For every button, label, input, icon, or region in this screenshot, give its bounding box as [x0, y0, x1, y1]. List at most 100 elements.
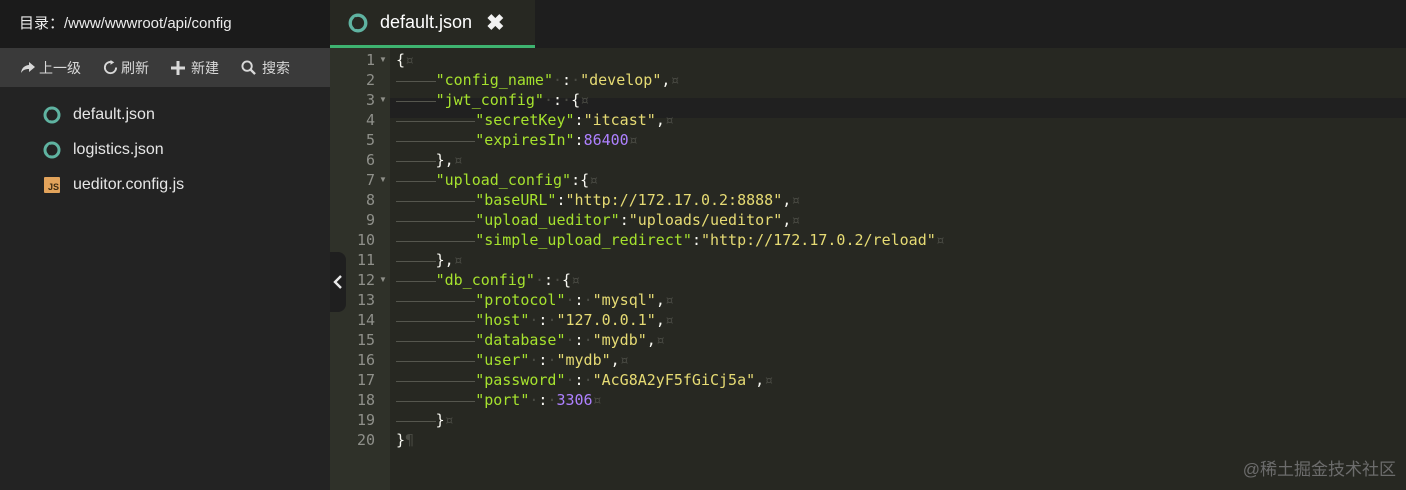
whitespace-marker: ¤ [664, 111, 674, 129]
refresh-label: 刷新 [121, 59, 149, 76]
whitespace-marker: · [583, 291, 593, 309]
json-punct: , [755, 371, 765, 389]
whitespace-marker: · [565, 291, 575, 309]
tab-default-json[interactable]: default.json ✖ [330, 0, 535, 48]
new-label: 新建 [191, 59, 219, 76]
refresh-button[interactable]: 刷新 [103, 58, 149, 78]
json-punct: : [574, 131, 584, 149]
json-punct: }, [435, 151, 454, 169]
json-punct: : [574, 371, 584, 389]
json-string: "mysql" [592, 291, 656, 309]
whitespace-marker: ¤ [571, 271, 581, 289]
search-button[interactable]: 搜索 [241, 58, 290, 78]
json-string: "http://172.17.0.2:8888" [565, 191, 783, 209]
fold-arrow-icon[interactable]: ▼ [379, 90, 387, 110]
up-level-button[interactable]: 上一级 [20, 58, 81, 78]
file-name: ueditor.config.js [73, 175, 185, 193]
file-item-ueditor-config-js[interactable]: JS ueditor.config.js [0, 167, 330, 202]
fold-arrow-icon[interactable]: ▼ [379, 50, 387, 70]
search-label: 搜索 [262, 59, 290, 76]
whitespace-marker: ¤ [405, 51, 415, 69]
whitespace-marker: · [562, 91, 572, 109]
whitespace-marker: ¤ [453, 151, 463, 169]
indent-guide [396, 370, 476, 382]
indent-guide [396, 270, 436, 282]
file-item-default-json[interactable]: default.json [0, 97, 330, 132]
json-punct: : [574, 331, 584, 349]
whitespace-marker: · [565, 371, 575, 389]
json-string: "itcast" [583, 111, 656, 129]
indent-guide [396, 130, 476, 142]
json-string: "mydb" [556, 351, 611, 369]
file-item-logistics-json[interactable]: logistics.json [0, 132, 330, 167]
fold-arrow-icon[interactable]: ▼ [379, 270, 387, 290]
indent-guide [396, 70, 436, 82]
json-key: "upload_config" [435, 171, 572, 189]
indent-guide [396, 90, 436, 102]
whitespace-marker: ¤ [791, 211, 801, 229]
code-editor[interactable]: {¤ "config_name"·:·"develop",¤ "jwt_config… [390, 48, 1406, 490]
indent-guide [396, 230, 476, 242]
tab-title: default.json [380, 12, 473, 32]
file-name: logistics.json [73, 140, 164, 158]
line-number: 16 [356, 351, 375, 369]
code-line: {¤ [396, 50, 414, 70]
code-line: "jwt_config"·:·{¤ [396, 90, 589, 110]
sidebar-collapse-handle[interactable] [330, 252, 346, 312]
indent-guide [396, 410, 436, 422]
json-key: "expiresIn" [475, 131, 575, 149]
indent-guide [396, 190, 476, 202]
json-key: "simple_upload_redirect" [475, 231, 692, 249]
line-number: 8 [365, 191, 375, 209]
json-key: "upload_ueditor" [475, 211, 620, 229]
code-line: "port"·:·3306¤ [396, 390, 602, 410]
json-string: "AcG8A2yF5fGiCj5a" [592, 371, 756, 389]
plus-icon [171, 60, 185, 75]
up-level-label: 上一级 [39, 59, 81, 76]
json-icon [348, 13, 368, 33]
whitespace-marker: ¤ [670, 71, 680, 89]
whitespace-marker: · [583, 371, 593, 389]
line-number: 17 [356, 371, 375, 389]
code-line: "baseURL":"http://172.17.0.2:8888",¤ [396, 190, 800, 210]
indent-guide [396, 210, 476, 222]
line-number: 4 [365, 111, 375, 129]
close-icon[interactable]: ✖ [486, 11, 504, 34]
code-line: "config_name"·:·"develop",¤ [396, 70, 679, 90]
chevron-left-icon [333, 275, 342, 289]
code-line: "database"·:·"mydb",¤ [396, 330, 665, 350]
indent-guide [396, 330, 476, 342]
code-line: "upload_ueditor":"uploads/ueditor",¤ [396, 210, 800, 230]
new-button[interactable]: 新建 [171, 58, 219, 78]
line-number: 5 [365, 131, 375, 149]
json-key: "db_config" [435, 271, 535, 289]
file-toolbar: 上一级 刷新 新建 搜索 [0, 48, 330, 87]
share-arrow-icon [21, 61, 35, 73]
indent-guide [396, 150, 436, 162]
whitespace-marker: ¤ [592, 391, 602, 409]
line-number: 9 [365, 211, 375, 229]
whitespace-marker: ¤ [764, 371, 774, 389]
refresh-icon [103, 60, 118, 75]
search-icon [241, 60, 256, 75]
whitespace-marker: ¤ [628, 131, 638, 149]
line-number: 10 [356, 231, 375, 249]
indent-guide [396, 250, 436, 262]
indent-guide [396, 110, 476, 122]
json-key: "protocol" [475, 291, 566, 309]
whitespace-marker: ¶ [405, 431, 415, 449]
line-number: 20 [356, 431, 375, 449]
fold-arrow-icon[interactable]: ▼ [379, 170, 387, 190]
json-punct: : [562, 71, 572, 89]
json-punct: , [782, 191, 792, 209]
line-number: 18 [356, 391, 375, 409]
whitespace-marker: ¤ [580, 91, 590, 109]
line-number: 14 [356, 311, 375, 329]
json-string: "develop" [580, 71, 662, 89]
js-file-icon: JS [43, 176, 61, 194]
line-number: 3 [365, 91, 375, 109]
code-line: "host"·:·"127.0.0.1",¤ [396, 310, 674, 330]
whitespace-marker: · [534, 271, 544, 289]
whitespace-marker: · [571, 71, 581, 89]
json-key: "secretKey" [475, 111, 575, 129]
